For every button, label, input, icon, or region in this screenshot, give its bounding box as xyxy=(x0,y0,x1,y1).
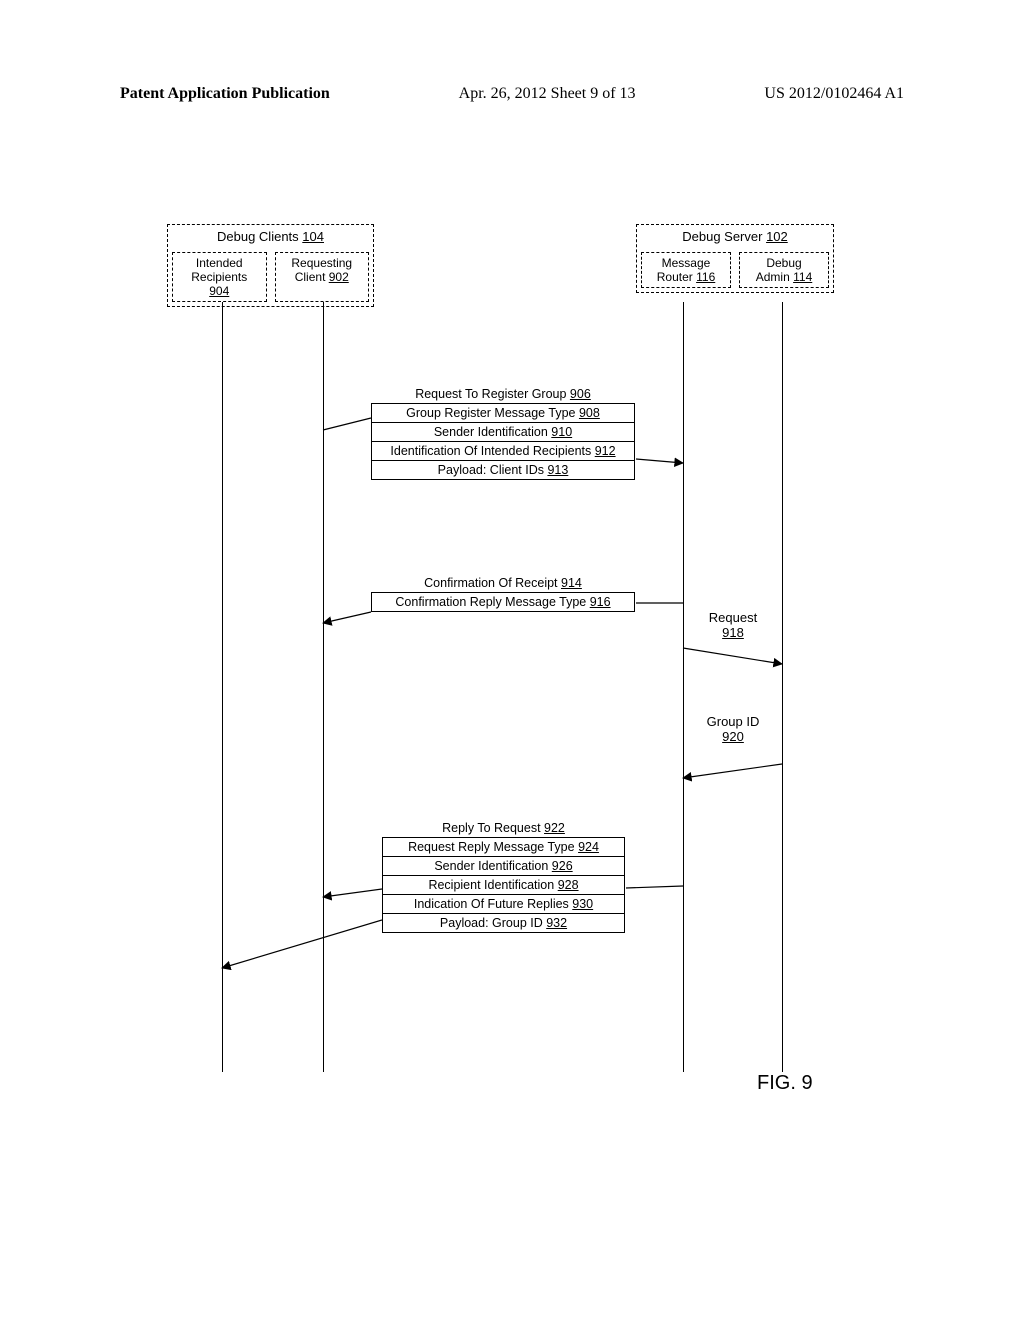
debug-admin-ref: 114 xyxy=(793,270,812,284)
msg-reply: Reply To Request 922 Request Reply Messa… xyxy=(382,821,625,933)
requesting-client-ref: 902 xyxy=(329,270,349,284)
arrows-overlay xyxy=(0,0,1024,1320)
message-router-ref: 116 xyxy=(696,270,715,284)
debug-server-title: Debug Server xyxy=(682,229,766,244)
lifeline-requesting xyxy=(323,302,324,1072)
header-right: US 2012/0102464 A1 xyxy=(764,85,904,103)
debug-clients-ref: 104 xyxy=(302,229,324,244)
intended-recipients-label: Intended Recipients xyxy=(191,256,247,284)
page: Patent Application Publication Apr. 26, … xyxy=(0,0,1024,1320)
lifeline-intended xyxy=(222,302,223,1072)
debug-server-box: Debug Server 102 Message Router 116 Debu… xyxy=(636,224,834,293)
debug-clients-title: Debug Clients xyxy=(217,229,302,244)
label-request: Request 918 xyxy=(700,610,766,640)
lifeline-admin xyxy=(782,302,783,1072)
header-center: Apr. 26, 2012 Sheet 9 of 13 xyxy=(459,85,636,103)
msg-confirmation: Confirmation Of Receipt 914 Confirmation… xyxy=(371,576,635,612)
page-header: Patent Application Publication Apr. 26, … xyxy=(120,85,904,103)
debug-clients-box: Debug Clients 104 Intended Recipients 90… xyxy=(167,224,374,307)
intended-recipients-ref: 904 xyxy=(209,284,229,298)
msg-register-group: Request To Register Group 906 Group Regi… xyxy=(371,387,635,480)
figure-caption: FIG. 9 xyxy=(757,1072,813,1095)
header-left: Patent Application Publication xyxy=(120,85,330,103)
label-group-id: Group ID 920 xyxy=(698,714,768,744)
lifeline-router xyxy=(683,302,684,1072)
debug-server-ref: 102 xyxy=(766,229,788,244)
